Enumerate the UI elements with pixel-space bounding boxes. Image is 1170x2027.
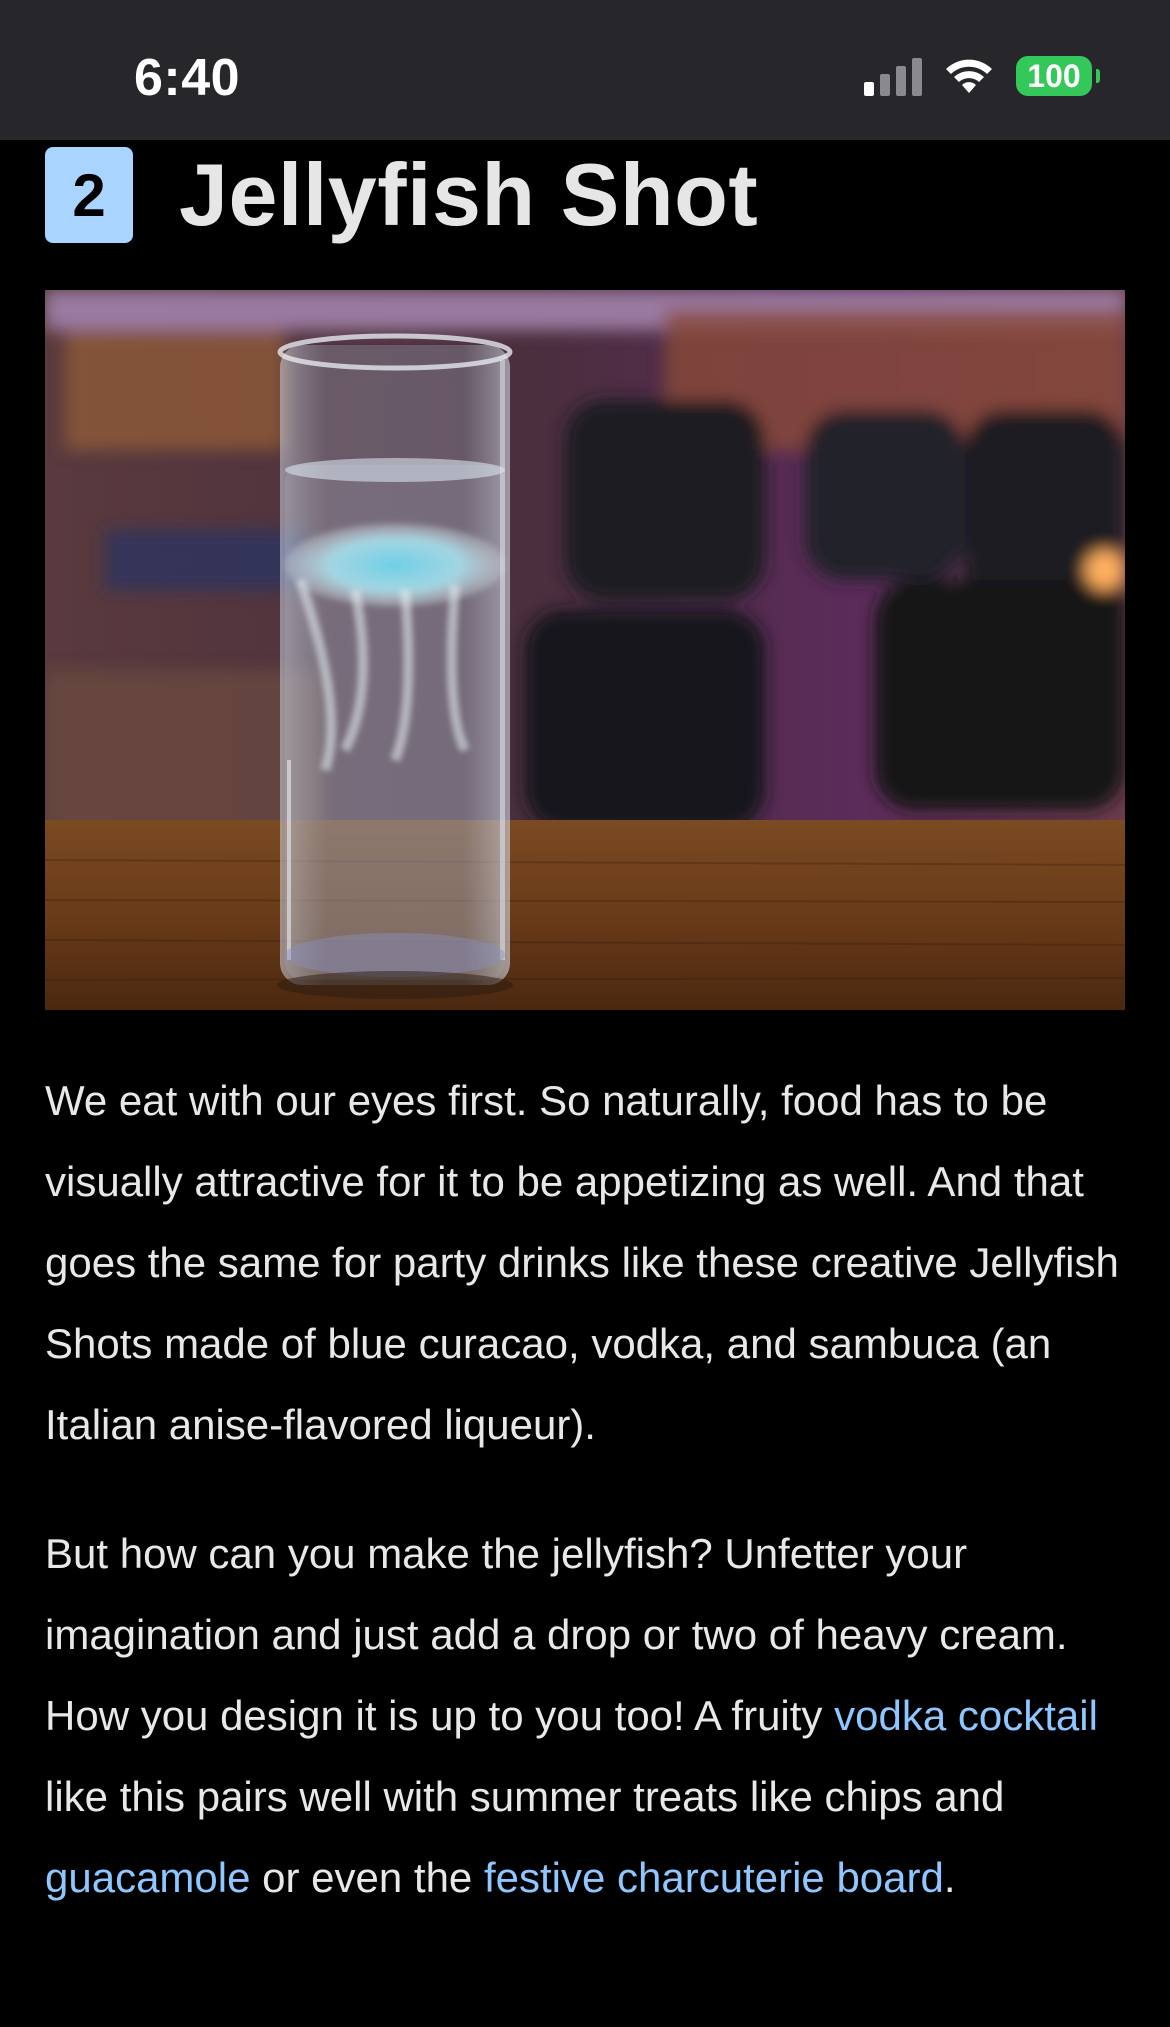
number-badge: 2 [45, 147, 133, 243]
status-time: 6:40 [134, 49, 241, 107]
wifi-icon [946, 59, 992, 93]
article-body: We eat with our eyes first. So naturally… [45, 1060, 1135, 1966]
festive-charcuterie-board-link[interactable]: festive charcuterie board [484, 1854, 944, 1901]
page-title: Jellyfish Shot [179, 145, 759, 244]
vodka-cocktail-link[interactable]: vodka cocktail [834, 1692, 1098, 1739]
guacamole-link[interactable]: guacamole [45, 1854, 250, 1901]
paragraph-2-text-4: . [943, 1854, 956, 1901]
status-indicators: 100 [864, 54, 1100, 98]
battery-icon: 100 [1016, 56, 1100, 96]
paragraph-2-text-3: or even the [250, 1854, 484, 1901]
paragraph-1: We eat with our eyes first. So naturally… [45, 1077, 1119, 1448]
status-bar: 6:40 100 [0, 0, 1170, 140]
battery-level: 100 [1027, 57, 1081, 94]
cellular-signal-icon [864, 56, 922, 96]
paragraph-2: But how can you make the jellyfish? Unfe… [45, 1513, 1135, 1918]
paragraph-2-text-2: like this pairs well with summer treats … [45, 1773, 1005, 1820]
jellyfish-shot-photo [45, 290, 1125, 1010]
section-heading: 2 Jellyfish Shot [45, 140, 1125, 250]
